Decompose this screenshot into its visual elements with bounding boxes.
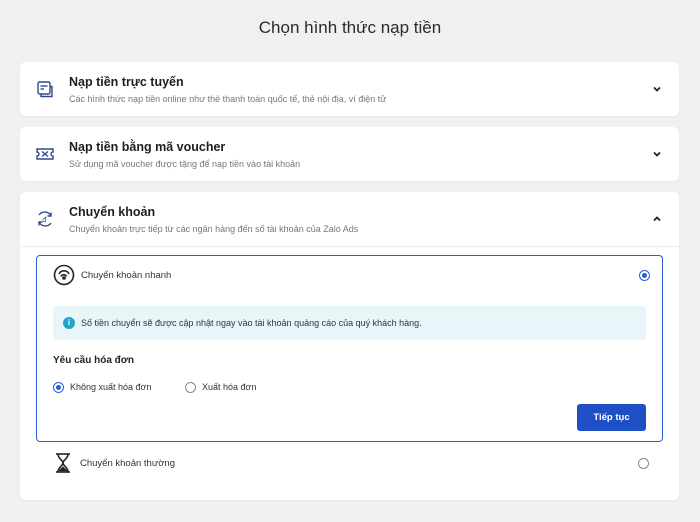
continue-button[interactable]: Tiếp tục bbox=[577, 404, 646, 431]
method-card-online: Nạp tiền trực tuyến Các hình thức nạp ti… bbox=[20, 62, 679, 116]
fast-transfer-label: Chuyển khoản nhanh bbox=[81, 270, 172, 281]
invoice-radio[interactable] bbox=[185, 382, 196, 393]
chevron-down-icon[interactable] bbox=[651, 82, 663, 94]
no-invoice-radio[interactable] bbox=[53, 382, 64, 393]
method-card-voucher: Nạp tiền bằng mã voucher Sử dụng mã vouc… bbox=[20, 127, 679, 181]
method-card-transfer: đ Chuyển khoản Chuyển khoản trực tiếp từ… bbox=[20, 192, 679, 500]
normal-transfer-label: Chuyển khoản thường bbox=[80, 458, 175, 469]
no-invoice-label[interactable]: Không xuất hóa đơn bbox=[70, 382, 151, 392]
method-header-online[interactable]: Nạp tiền trực tuyến Các hình thức nạp ti… bbox=[20, 62, 679, 116]
method-desc: Chuyển khoản trực tiếp từ các ngân hàng … bbox=[69, 224, 359, 234]
page-title: Chọn hình thức nạp tiền bbox=[258, 18, 442, 37]
method-desc: Sử dụng mã voucher được tặng để nạp tiền… bbox=[69, 159, 301, 169]
invoice-label[interactable]: Xuất hóa đơn bbox=[202, 382, 256, 392]
voucher-icon bbox=[35, 144, 55, 164]
hourglass-icon bbox=[52, 452, 74, 474]
info-icon: i bbox=[63, 317, 75, 329]
method-title: Nạp tiền bằng mã voucher bbox=[69, 140, 226, 154]
normal-transfer-option[interactable]: Chuyển khoản thường bbox=[36, 442, 663, 480]
method-title: Chuyển khoản bbox=[69, 205, 156, 219]
online-payment-icon bbox=[35, 79, 55, 99]
bank-transfer-icon: đ bbox=[35, 209, 55, 229]
info-banner: i Số tiền chuyển sẽ được cập nhật ngay v… bbox=[53, 306, 646, 340]
chevron-up-icon[interactable] bbox=[651, 212, 663, 224]
info-text: Số tiền chuyển sẽ được cập nhật ngay vào… bbox=[81, 318, 422, 328]
method-desc: Các hình thức nạp tiền online như thẻ th… bbox=[69, 94, 387, 104]
method-header-voucher[interactable]: Nạp tiền bằng mã voucher Sử dụng mã vouc… bbox=[20, 127, 679, 181]
chevron-down-icon[interactable] bbox=[651, 147, 663, 159]
transfer-options: Chuyển khoản nhanh i Số tiền chuyển sẽ đ… bbox=[20, 246, 679, 496]
fast-transfer-option[interactable]: Chuyển khoản nhanh i Số tiền chuyển sẽ đ… bbox=[36, 255, 663, 442]
fast-transfer-icon bbox=[53, 264, 75, 286]
method-title: Nạp tiền trực tuyến bbox=[69, 75, 184, 89]
fast-transfer-radio[interactable] bbox=[639, 270, 650, 281]
invoice-title: Yêu cầu hóa đơn bbox=[53, 355, 135, 366]
method-header-transfer[interactable]: đ Chuyển khoản Chuyển khoản trực tiếp từ… bbox=[20, 192, 679, 246]
svg-text:đ: đ bbox=[42, 216, 47, 224]
normal-transfer-radio[interactable] bbox=[638, 458, 649, 469]
